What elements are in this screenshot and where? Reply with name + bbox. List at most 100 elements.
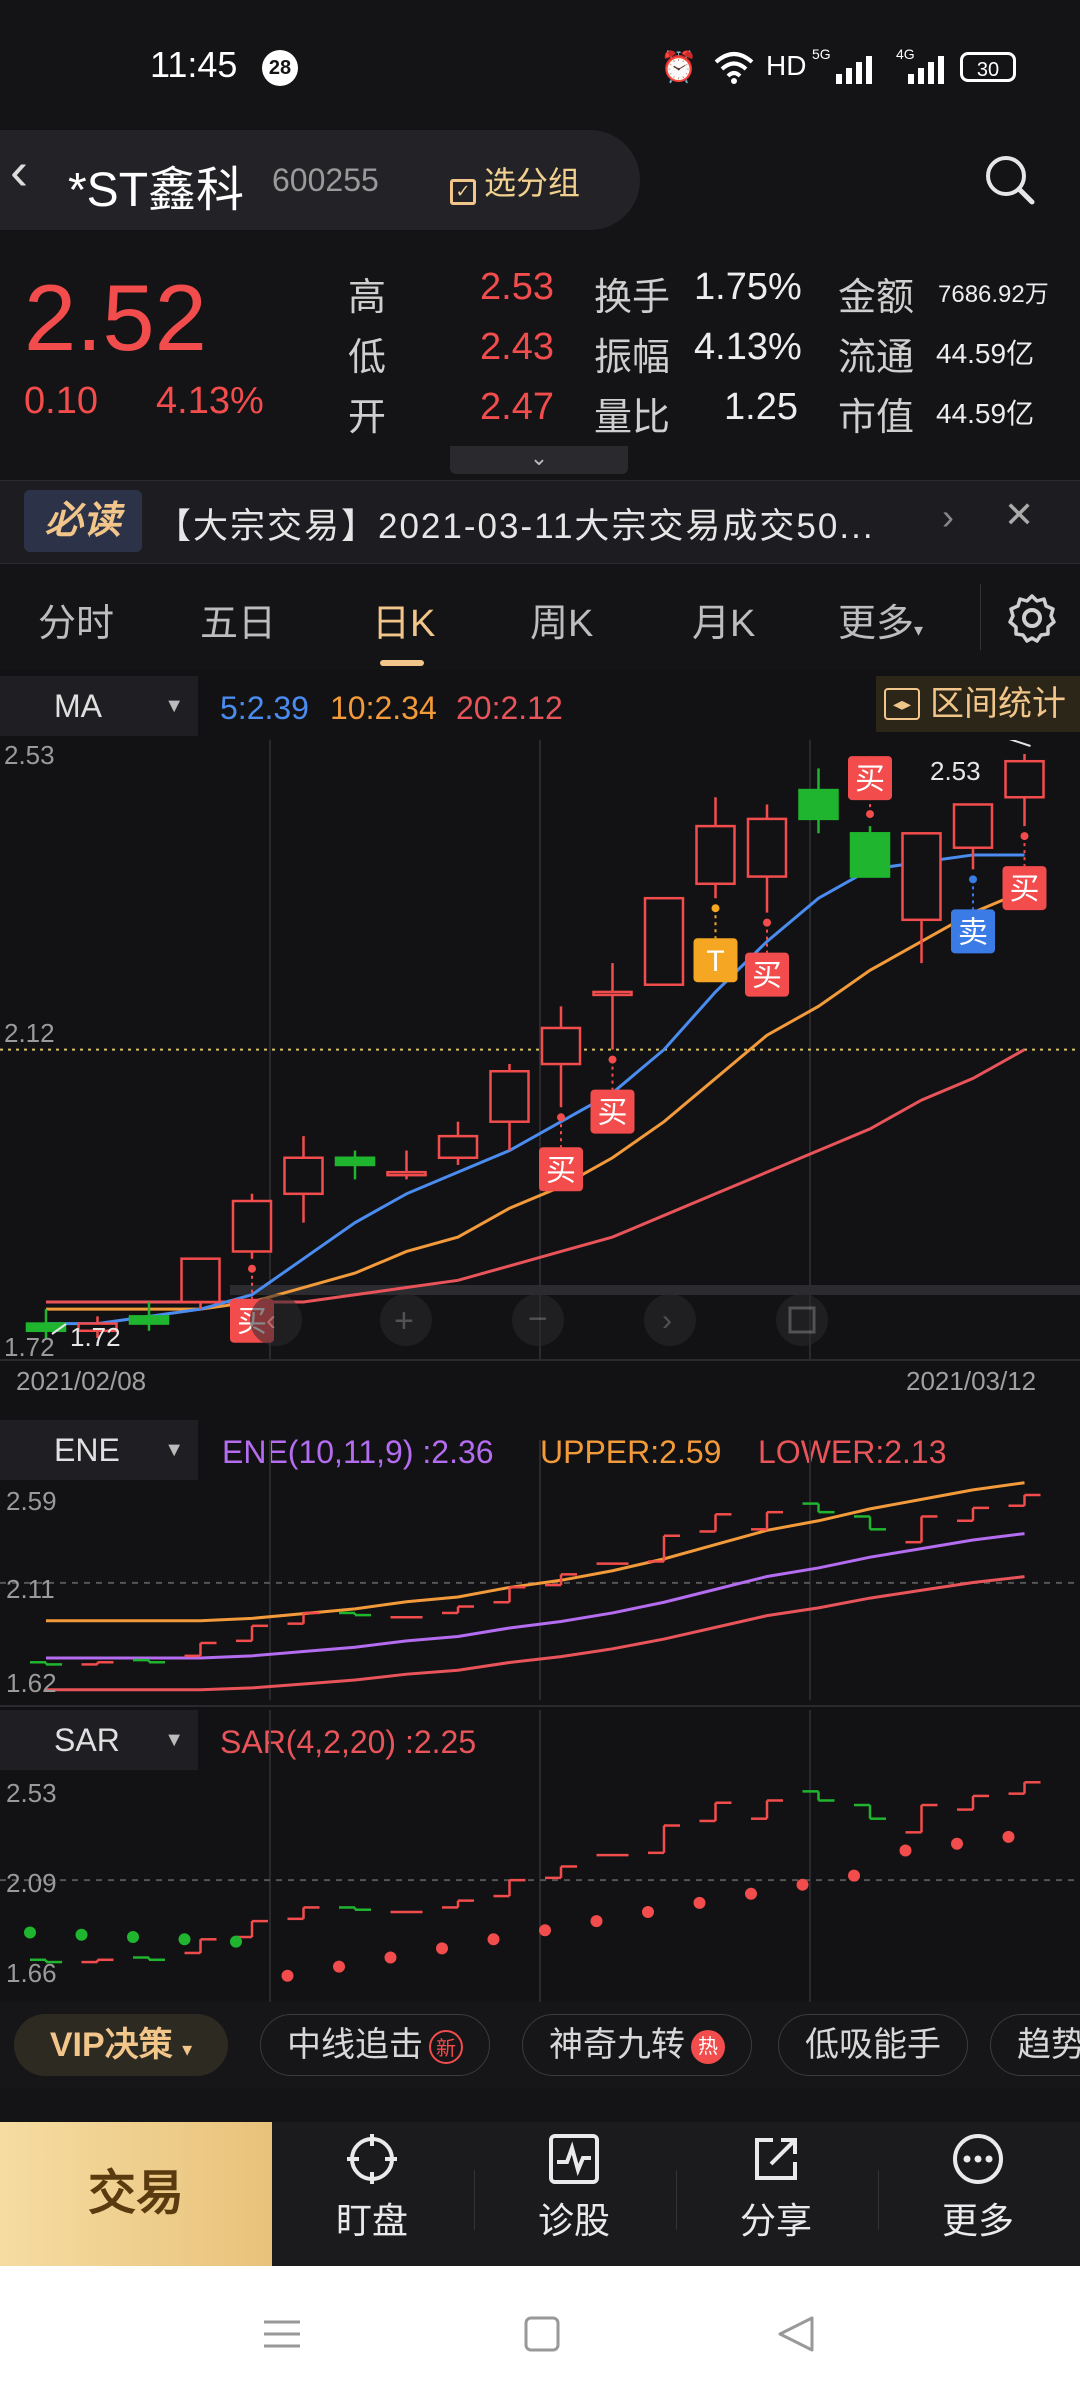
search-icon[interactable] [980,150,1040,210]
signal-dot [608,1055,617,1064]
expand-quote-button[interactable]: ⌄ [450,446,628,474]
ene-upper-line [46,1481,1025,1623]
sar-dot [796,1878,809,1891]
ma20-label: 20:2.12 [456,690,563,726]
chevron-right-icon[interactable]: › [942,496,954,538]
select-group-button[interactable]: ✓ 选分组 [450,158,580,205]
candle-body [334,1156,376,1167]
status-time: 11:45 [150,44,238,85]
notification-badge: 28 [262,50,298,86]
ma10-line [46,889,1026,1311]
vip-item-label: 低吸能手 [805,2026,941,2064]
caret-down-icon: ▾ [182,2039,193,2061]
signal-dot [711,904,720,913]
vip-item-nine-turn[interactable]: 神奇九转热 [522,2014,752,2076]
sar-dot [127,1931,139,1944]
caret-down-icon: ▾ [914,620,924,640]
sar-dot [745,1887,757,1900]
sar-dot [693,1896,706,1909]
ma10-label: 10:2.34 [330,690,437,726]
close-icon[interactable]: ✕ [1004,494,1034,536]
plus-icon: + [394,1302,414,1340]
vip-item-low-buy[interactable]: 低吸能手 [778,2014,968,2076]
candle-body [746,817,788,878]
sar-top-label: 2.53 [6,1778,57,1808]
ene-top-label: 2.59 [6,1486,57,1516]
nav-share[interactable]: 分享 [676,2132,876,2244]
price-change-pct: 4.13% [156,380,264,422]
high-label: 高 [348,277,387,319]
amount-value: 7686.92万 [938,281,1049,308]
vip-item-trend[interactable]: 趋势 [990,2014,1080,2076]
current-price: 2.52 [24,265,207,370]
ene-mid-label: 2.11 [6,1574,55,1604]
more-dots-icon [953,2134,1003,2184]
low-callout: 1.72 [70,1322,121,1352]
nav-label: 更多 [941,2200,1014,2241]
sar-dot [333,1960,345,1973]
share-icon [755,2138,797,2180]
main-indicator-select[interactable]: MA ▼ [0,676,198,736]
mcap-value: 44.59亿 [936,398,1035,429]
tab-daily-k[interactable]: 日K [372,592,435,647]
candle-body [901,832,942,922]
candle-body [283,1156,324,1196]
vip-item-midline[interactable]: 中线追击新 [260,2014,490,2076]
news-headline[interactable]: 【大宗交易】2021-03-11大宗交易成交50... [156,498,926,549]
sar-dot [230,1935,242,1948]
must-read-tag: 必读 [24,490,142,552]
tab-five-day[interactable]: 五日 [200,592,276,647]
vip-decision-button[interactable]: VIP决策 ▾ [14,2014,228,2076]
end-date: 2021/03/12 [906,1366,1036,1396]
nav-label: 盯盘 [335,2200,408,2241]
nav-label: 诊股 [537,2200,610,2241]
signal-icon-2 [906,54,946,89]
trade-button[interactable]: 交易 [0,2122,272,2266]
chevron-right-icon: › [662,1304,672,1337]
candle-body [231,1199,273,1253]
ene-panel [0,1440,1080,1707]
candle-body [643,896,685,986]
back-icon[interactable]: ‹ [10,140,28,202]
sar-dot [848,1869,860,1882]
tab-more[interactable]: 更多▾ [838,592,923,647]
candle-body [695,824,736,886]
tab-weekly-k[interactable]: 周K [530,592,593,647]
sar-dot [178,1933,191,1946]
sar-dot [642,1906,654,1918]
range-icon: ◂▸ [884,688,920,720]
sar-dot [436,1942,448,1955]
nav-watch[interactable]: 盯盘 [272,2132,472,2244]
home-icon[interactable] [522,2314,562,2359]
mcap-label: 市值 [838,397,915,439]
tab-monthly-k[interactable]: 月K [692,592,755,647]
sar-dot [539,1924,551,1937]
signal-label: 买 [1010,873,1040,906]
menu-icon[interactable] [262,2314,302,2359]
scroll-left-button [250,1294,302,1346]
vip-item-label: 神奇九转 [549,2026,685,2064]
net-5g-label: 5G [812,46,831,62]
ma-lines [46,853,1026,1326]
new-badge: 新 [429,2030,463,2065]
sar-dot [899,1844,912,1857]
sar-bottom-label: 1.66 [6,1958,57,1988]
gear-icon[interactable] [1004,590,1060,646]
nav-more[interactable]: 更多 [878,2132,1078,2244]
back-triangle-icon[interactable] [774,2312,818,2361]
candle-body [952,803,994,849]
open-label: 开 [348,397,387,439]
signal-dot [248,1264,256,1273]
checkbox-edit-icon: ✓ [450,179,476,205]
nav-diagnose[interactable]: 诊股 [474,2132,674,2244]
turnover-label: 换手 [594,277,671,319]
signal-label: 买 [855,763,885,796]
sar-dot [487,1933,500,1946]
k-chart-svg[interactable]: 买买买T买买卖买 2.53 2.12 1.72 2.53 1.72 2021/0… [0,740,1080,2002]
candle-body [180,1257,221,1304]
tab-intraday[interactable]: 分时 [38,592,114,647]
main-top-label: 2.53 [4,740,55,770]
signal-dot [969,875,977,884]
caret-down-icon: ▼ [164,695,184,717]
signal-dot [557,1113,565,1122]
